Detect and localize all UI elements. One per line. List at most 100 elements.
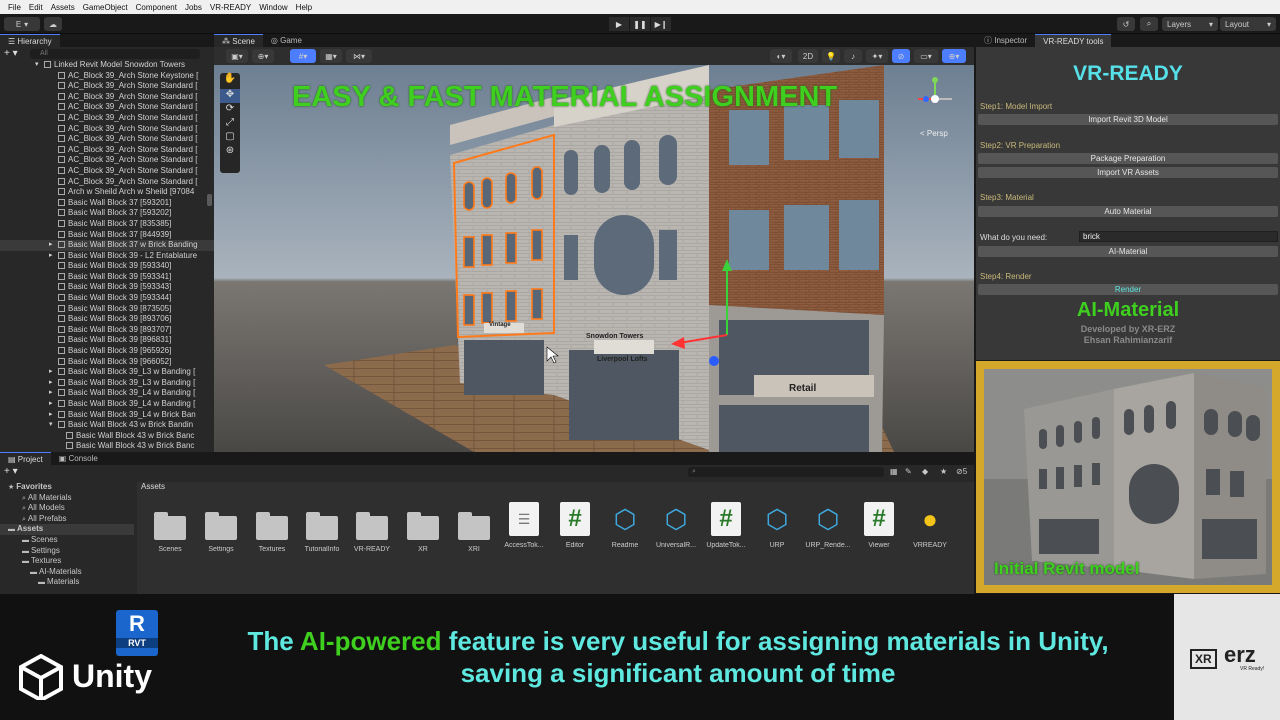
camera-icon[interactable]: ▭▾ <box>914 49 938 63</box>
hand-tool-icon[interactable]: ✋ <box>220 73 240 89</box>
hierarchy-row[interactable]: AC_Block 39_Arch Stone Standard [ <box>0 145 214 156</box>
hierarchy-row[interactable]: ▸ Basic Wall Block 39_L3 w Banding [ <box>0 378 214 389</box>
expand-arrow-icon[interactable]: ▾ <box>35 60 39 71</box>
project-search-input[interactable]: ⌕ <box>688 467 884 477</box>
project-tree-item[interactable]: ▬ Settings <box>0 546 134 557</box>
persp-label[interactable]: < Persp <box>920 129 948 138</box>
hierarchy-row[interactable]: AC_Block 39_Arch Stone Standard [ <box>0 92 214 103</box>
hierarchy-row[interactable]: Basic Wall Block 39 [593340] <box>0 261 214 272</box>
project-tree-item[interactable]: ★ Favorites <box>0 482 134 493</box>
2d-toggle[interactable]: 2D <box>798 49 818 63</box>
project-tree-item[interactable]: ▬ Scenes <box>0 535 134 546</box>
project-tree-item[interactable]: ▬ Materials <box>0 577 134 588</box>
tab-project[interactable]: ▤ Project <box>0 452 51 465</box>
orientation-gizmo[interactable] <box>914 75 956 117</box>
grid-toggle-icon[interactable]: ⋈▾ <box>346 49 372 63</box>
auto-material-button[interactable]: Auto Material <box>978 206 1278 217</box>
hierarchy-row[interactable]: Basic Wall Block 37 [593202] <box>0 208 214 219</box>
hierarchy-row[interactable]: Basic Wall Block 43 w Brick Banc <box>0 431 214 442</box>
audio-icon[interactable]: ♪ <box>844 49 862 63</box>
transform-tool-icon[interactable]: ⊛ <box>220 145 240 159</box>
hierarchy-row[interactable]: AC_Block 39_Arch Stone Standard [ <box>0 177 214 188</box>
snap-increment-icon[interactable]: ▦▾ <box>320 49 342 63</box>
hierarchy-row[interactable]: Basic Wall Block 39 [593341] <box>0 272 214 283</box>
hierarchy-row[interactable]: ▸ Basic Wall Block 39_L3 w Banding [ <box>0 367 214 378</box>
asset-item[interactable]: Scenes <box>145 502 195 553</box>
step-button[interactable]: ▶❙ <box>651 17 671 31</box>
menu-edit[interactable]: Edit <box>25 3 47 12</box>
hierarchy-row[interactable]: Basic Wall Block 39 [893707] <box>0 325 214 336</box>
lighting-icon[interactable]: 💡 <box>822 49 840 63</box>
menu-help[interactable]: Help <box>292 3 316 12</box>
hierarchy-row[interactable]: ▸ Basic Wall Block 39_L4 w Brick Ban <box>0 410 214 421</box>
pause-button[interactable]: ❚❚ <box>630 17 650 31</box>
hierarchy-row[interactable]: Basic Wall Block 43 w Brick Banc <box>0 441 214 452</box>
asset-item[interactable]: VR-READY <box>347 502 397 553</box>
hierarchy-row[interactable]: Basic Wall Block 37 [593201] <box>0 198 214 209</box>
effects-icon[interactable]: ✦▾ <box>866 49 888 63</box>
hierarchy-row[interactable]: AC_Block 39_Arch Stone Standard [ <box>0 102 214 113</box>
filter-type-icon[interactable]: ▦ <box>890 467 898 476</box>
import-vr-assets-button[interactable]: Import VR Assets <box>978 167 1278 178</box>
asset-item[interactable]: # UpdateTok... <box>701 502 751 549</box>
asset-item[interactable]: XRI <box>449 502 499 553</box>
cloud-icon[interactable]: ☁ <box>44 17 62 31</box>
asset-item[interactable]: # Editor <box>550 502 600 549</box>
asset-item[interactable]: Textures <box>247 502 297 553</box>
tab-hierarchy[interactable]: ☰ Hierarchy <box>0 34 60 47</box>
hierarchy-row[interactable]: AC_Block 39_Arch Stone Standard [ <box>0 124 214 135</box>
search-icon[interactable]: ⌕ <box>1140 17 1158 31</box>
import-revit-button[interactable]: Import Revit 3D Model <box>978 114 1278 125</box>
project-tree-item[interactable]: ▬ Textures <box>0 556 134 567</box>
hierarchy-row[interactable]: Basic Wall Block 37 [844939] <box>0 230 214 241</box>
hierarchy-row[interactable]: ▸ Basic Wall Block 39_L4 w Banding [ <box>0 399 214 410</box>
hierarchy-row[interactable]: ▸ Basic Wall Block 39_L4 w Banding [ <box>0 388 214 399</box>
tab-console[interactable]: ▣ Console <box>51 452 106 465</box>
filter-label-icon[interactable]: ✎ <box>905 467 912 476</box>
visibility-icon[interactable]: ⊘ <box>892 49 910 63</box>
render-button[interactable]: Render <box>978 284 1278 295</box>
hierarchy-row[interactable]: AC_Block 39_Arch Stone Standard [ <box>0 166 214 177</box>
rect-tool-icon[interactable]: ▢ <box>220 131 240 145</box>
hierarchy-row[interactable]: ▸ Basic Wall Block 39 - L2 Entablature <box>0 251 214 262</box>
add-object-button[interactable]: + ▾ <box>4 48 18 59</box>
menu-gameobject[interactable]: GameObject <box>79 3 132 12</box>
hierarchy-row[interactable]: Basic Wall Block 39 [896831] <box>0 335 214 346</box>
menu-jobs[interactable]: Jobs <box>181 3 206 12</box>
hierarchy-scrollbar[interactable] <box>207 194 212 206</box>
hierarchy-row[interactable]: Basic Wall Block 39 [893706] <box>0 314 214 325</box>
grid-snap-icon[interactable]: #▾ <box>290 49 316 63</box>
expand-arrow-icon[interactable]: ▸ <box>49 388 53 399</box>
hierarchy-row[interactable]: Basic Wall Block 39 [965926] <box>0 346 214 357</box>
asset-item[interactable]: ● VRREADY <box>905 502 955 550</box>
favorite-icon[interactable]: ★ <box>940 467 947 476</box>
project-tree-item[interactable]: ⌕ All Models <box>0 503 134 514</box>
asset-item[interactable]: ⬡ UniversalR... <box>651 502 701 550</box>
gizmos-icon[interactable]: ⊕▾ <box>942 49 966 63</box>
scene-viewport[interactable]: Snowdon Towers Liverpool Lofts Retail Vi… <box>214 65 974 452</box>
hierarchy-row[interactable]: Basic Wall Block 39 [873505] <box>0 304 214 315</box>
tab-vr-ready-tools[interactable]: VR-READY tools <box>1035 34 1112 47</box>
project-tree-item[interactable]: ⌕ All Prefabs <box>0 514 134 525</box>
hierarchy-search-input[interactable]: All <box>30 49 200 59</box>
hierarchy-row[interactable]: Basic Wall Block 39 [593344] <box>0 293 214 304</box>
expand-arrow-icon[interactable]: ▾ <box>49 420 53 431</box>
layout-dropdown[interactable]: Layout ▾ <box>1220 17 1276 31</box>
expand-arrow-icon[interactable]: ▸ <box>49 251 53 262</box>
hierarchy-row[interactable]: AC_Block 39_Arch Stone Standard [ <box>0 113 214 124</box>
package-preparation-button[interactable]: Package Preparation <box>978 153 1278 164</box>
hierarchy-row[interactable]: AC_Block 39_Arch Stone Standard [ <box>0 134 214 145</box>
rotate-tool-icon[interactable]: ⟳ <box>220 103 240 117</box>
draw-mode-icon[interactable]: ▣▾ <box>226 49 248 63</box>
hierarchy-row[interactable]: ▸ Basic Wall Block 37 w Brick Banding <box>0 240 214 251</box>
menu-file[interactable]: File <box>4 3 25 12</box>
expand-arrow-icon[interactable]: ▸ <box>49 410 53 421</box>
tag-icon[interactable]: ◆ <box>922 467 928 476</box>
hierarchy-row[interactable]: ▾ Linked Revit Model Snowdon Towers <box>0 60 214 71</box>
asset-item[interactable]: ⬡ Readme <box>600 502 650 550</box>
asset-item[interactable]: ☰ AccessTok... <box>499 502 549 549</box>
hierarchy-row[interactable]: AC_Block 39_Arch Stone Standard [ <box>0 81 214 92</box>
hierarchy-row[interactable]: ▾ Basic Wall Block 43 w Brick Bandin <box>0 420 214 431</box>
menu-component[interactable]: Component <box>132 3 181 12</box>
scale-tool-icon[interactable]: ⤢ <box>220 117 240 131</box>
